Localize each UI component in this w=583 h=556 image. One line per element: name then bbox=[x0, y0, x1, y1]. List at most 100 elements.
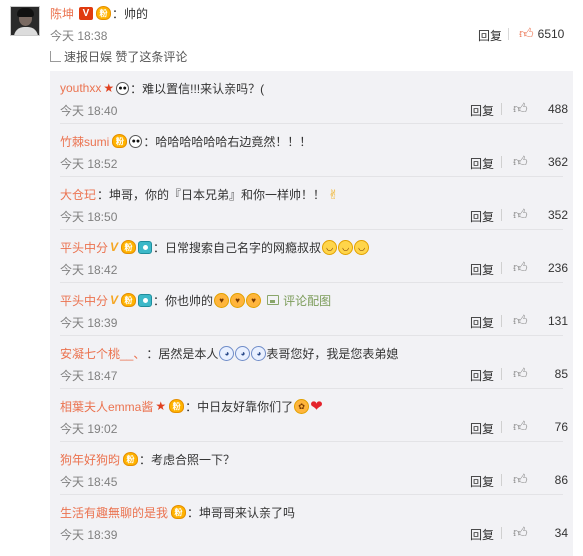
like-count: 236 bbox=[547, 260, 568, 275]
comment-time: 今天 18:47 bbox=[60, 369, 118, 383]
like-button[interactable]: 👍︎ 86 bbox=[513, 471, 568, 488]
picture-icon bbox=[267, 295, 280, 305]
comment-text: 你也帅的 bbox=[165, 293, 214, 308]
thumbs-up-icon: 👍︎ bbox=[513, 206, 528, 222]
comment-picture-link[interactable]: 评论配图 bbox=[267, 292, 331, 309]
colon: ： bbox=[112, 6, 125, 21]
reply-button[interactable]: 回复 bbox=[470, 526, 494, 543]
lantern-emoji-icon: ✿ bbox=[294, 398, 310, 414]
victory-hand-icon: ✌ bbox=[328, 186, 339, 202]
username-link[interactable]: youthxx bbox=[60, 81, 101, 95]
like-count: 85 bbox=[554, 366, 568, 381]
avatar[interactable] bbox=[10, 6, 40, 36]
reply-button[interactable]: 回复 bbox=[478, 27, 502, 44]
vip-v-badge-icon[interactable]: V bbox=[79, 6, 94, 20]
comment-text: 居然是本人 bbox=[158, 346, 219, 361]
username-link[interactable]: 安凝七个桃__、 bbox=[60, 345, 145, 362]
username-link[interactable]: 狗年好狗昀 bbox=[60, 451, 120, 468]
username-link[interactable]: 平头中分 bbox=[60, 292, 108, 309]
like-count: 362 bbox=[547, 154, 568, 169]
like-count: 131 bbox=[547, 313, 568, 328]
divider bbox=[501, 474, 502, 486]
laugh-cry-emoji-icon: ◡ bbox=[354, 239, 370, 255]
username-link[interactable]: 竹棘sumi bbox=[60, 133, 109, 150]
comment-text: 难以置信!!!来认亲吗？( bbox=[142, 81, 265, 96]
divider bbox=[501, 421, 502, 433]
thumbs-up-icon: 👍︎ bbox=[519, 25, 534, 41]
like-button[interactable]: 👍︎ 236 bbox=[513, 259, 568, 276]
reply-button[interactable]: 回复 bbox=[470, 208, 494, 225]
comment-time: 今天 19:02 bbox=[60, 422, 118, 436]
colon: ： bbox=[153, 240, 166, 255]
reply-button[interactable]: 回复 bbox=[470, 420, 494, 437]
comment-time: 今天 18:38 bbox=[50, 29, 108, 43]
heart-eyes-emoji-icon: ♥ bbox=[230, 292, 246, 308]
list-item: 竹棘sumi 粉 ●● ： 哈哈哈哈哈哈右边竟然！！！ 今天 18:52 回复 … bbox=[50, 124, 573, 177]
fan-medal-icon: 粉 bbox=[123, 452, 139, 466]
heart-eyes-emoji-icon: ♥ bbox=[214, 292, 230, 308]
reply-list: youthxx ★ ●● ： 难以置信!!!来认亲吗？( 今天 18:40 回复… bbox=[50, 71, 573, 556]
liked-by-text[interactable]: 速报日娱 赞了这条评论 bbox=[64, 48, 187, 65]
heart-eyes-emoji-icon: ♥ bbox=[246, 292, 262, 308]
comment-time: 今天 18:45 bbox=[60, 475, 118, 489]
like-count: 76 bbox=[554, 419, 568, 434]
reply-button[interactable]: 回复 bbox=[470, 261, 494, 278]
thumbs-up-icon: 👍︎ bbox=[513, 100, 528, 116]
colon: ： bbox=[146, 346, 159, 361]
username-link[interactable]: 平头中分 bbox=[60, 239, 108, 256]
colon: ： bbox=[187, 505, 200, 520]
thumbs-up-icon: 👍︎ bbox=[513, 365, 528, 381]
like-button[interactable]: 👍︎ 352 bbox=[513, 206, 568, 223]
like-button[interactable]: 👍︎ 34 bbox=[513, 524, 568, 541]
username-link[interactable]: 陈坤 bbox=[50, 5, 74, 22]
divider bbox=[501, 103, 502, 115]
reply-button[interactable]: 回复 bbox=[470, 102, 494, 119]
comment-time: 今天 18:52 bbox=[60, 157, 118, 171]
fan-medal-icon: 粉 bbox=[171, 505, 187, 519]
thumbs-up-icon: 👍︎ bbox=[513, 471, 528, 487]
fan-medal-icon[interactable]: 粉 bbox=[96, 6, 112, 20]
like-button[interactable]: 👍︎ 131 bbox=[513, 312, 568, 329]
divider bbox=[501, 209, 502, 221]
fan-medal-icon: 粉 bbox=[112, 134, 128, 148]
reply-button[interactable]: 回复 bbox=[470, 473, 494, 490]
reply-button[interactable]: 回复 bbox=[470, 314, 494, 331]
like-button[interactable]: 👍︎ 85 bbox=[513, 365, 568, 382]
like-button[interactable]: 👍︎ 488 bbox=[513, 100, 568, 117]
divider bbox=[501, 315, 502, 327]
reply-button[interactable]: 回复 bbox=[470, 367, 494, 384]
colon: ： bbox=[130, 81, 143, 96]
reply-button[interactable]: 回复 bbox=[470, 155, 494, 172]
star-badge-icon: ★ bbox=[155, 399, 167, 413]
like-button[interactable]: 👍︎ 6510 bbox=[519, 25, 564, 42]
main-comment: 陈坤 V 粉 ： 帅的 今天 18:38 回复 👍︎ 6510 bbox=[0, 0, 583, 46]
like-button[interactable]: 👍︎ 76 bbox=[513, 418, 568, 435]
vip-v-badge-icon: V bbox=[110, 293, 119, 307]
list-item: youthxx ★ ●● ： 难以置信!!!来认亲吗？( 今天 18:40 回复… bbox=[50, 71, 573, 124]
divider bbox=[501, 156, 502, 168]
comment-time: 今天 18:50 bbox=[60, 210, 118, 224]
fan-medal-icon: 粉 bbox=[121, 240, 137, 254]
list-item: 生活有趣無聊的是我 粉 ： 坤哥哥来认亲了吗 今天 18:39 回复 👍︎ 34 bbox=[50, 495, 573, 548]
comment-text: 考虑合照一下？ bbox=[151, 452, 236, 467]
colon: ： bbox=[153, 293, 166, 308]
camera-badge-icon bbox=[138, 293, 153, 307]
list-item: 相葉夫人emma酱 ★ 粉 ： 中日友好靠你们了 ✿ ❤ 今天 19:02 回复… bbox=[50, 389, 573, 442]
colon: ： bbox=[143, 134, 156, 149]
list-item: 安凝七个桃__、 ： 居然是本人 ◕ ◕ ◕ 表哥您好，我是您表弟媳 今天 18… bbox=[50, 336, 573, 389]
comment-text: 中日友好靠你们了 bbox=[197, 399, 294, 414]
username-link[interactable]: 生活有趣無聊的是我 bbox=[60, 504, 168, 521]
like-button[interactable]: 👍︎ 362 bbox=[513, 153, 568, 170]
username-link[interactable]: 大仓玘 bbox=[60, 186, 96, 203]
vip-v-badge-icon: V bbox=[110, 240, 119, 254]
fan-medal-icon: 粉 bbox=[121, 293, 137, 307]
like-count: 352 bbox=[547, 207, 568, 222]
liked-by-notice: 速报日娱 赞了这条评论 bbox=[50, 48, 187, 64]
username-link[interactable]: 相葉夫人emma酱 bbox=[60, 398, 153, 415]
laugh-cry-emoji-icon: ◡ bbox=[322, 239, 338, 255]
list-item: 狗年好狗昀 粉 ： 考虑合照一下？ 今天 18:45 回复 👍︎ 86 bbox=[50, 442, 573, 495]
thumbs-up-icon: 👍︎ bbox=[513, 259, 528, 275]
thumbs-up-icon: 👍︎ bbox=[513, 153, 528, 169]
list-item: 大仓玘 ： 坤哥，你的『日本兄弟』和你一样帅！！ ✌ 今天 18:50 回复 👍… bbox=[50, 177, 573, 230]
comment-text: 坤哥，你的『日本兄弟』和你一样帅！！ bbox=[109, 187, 326, 202]
